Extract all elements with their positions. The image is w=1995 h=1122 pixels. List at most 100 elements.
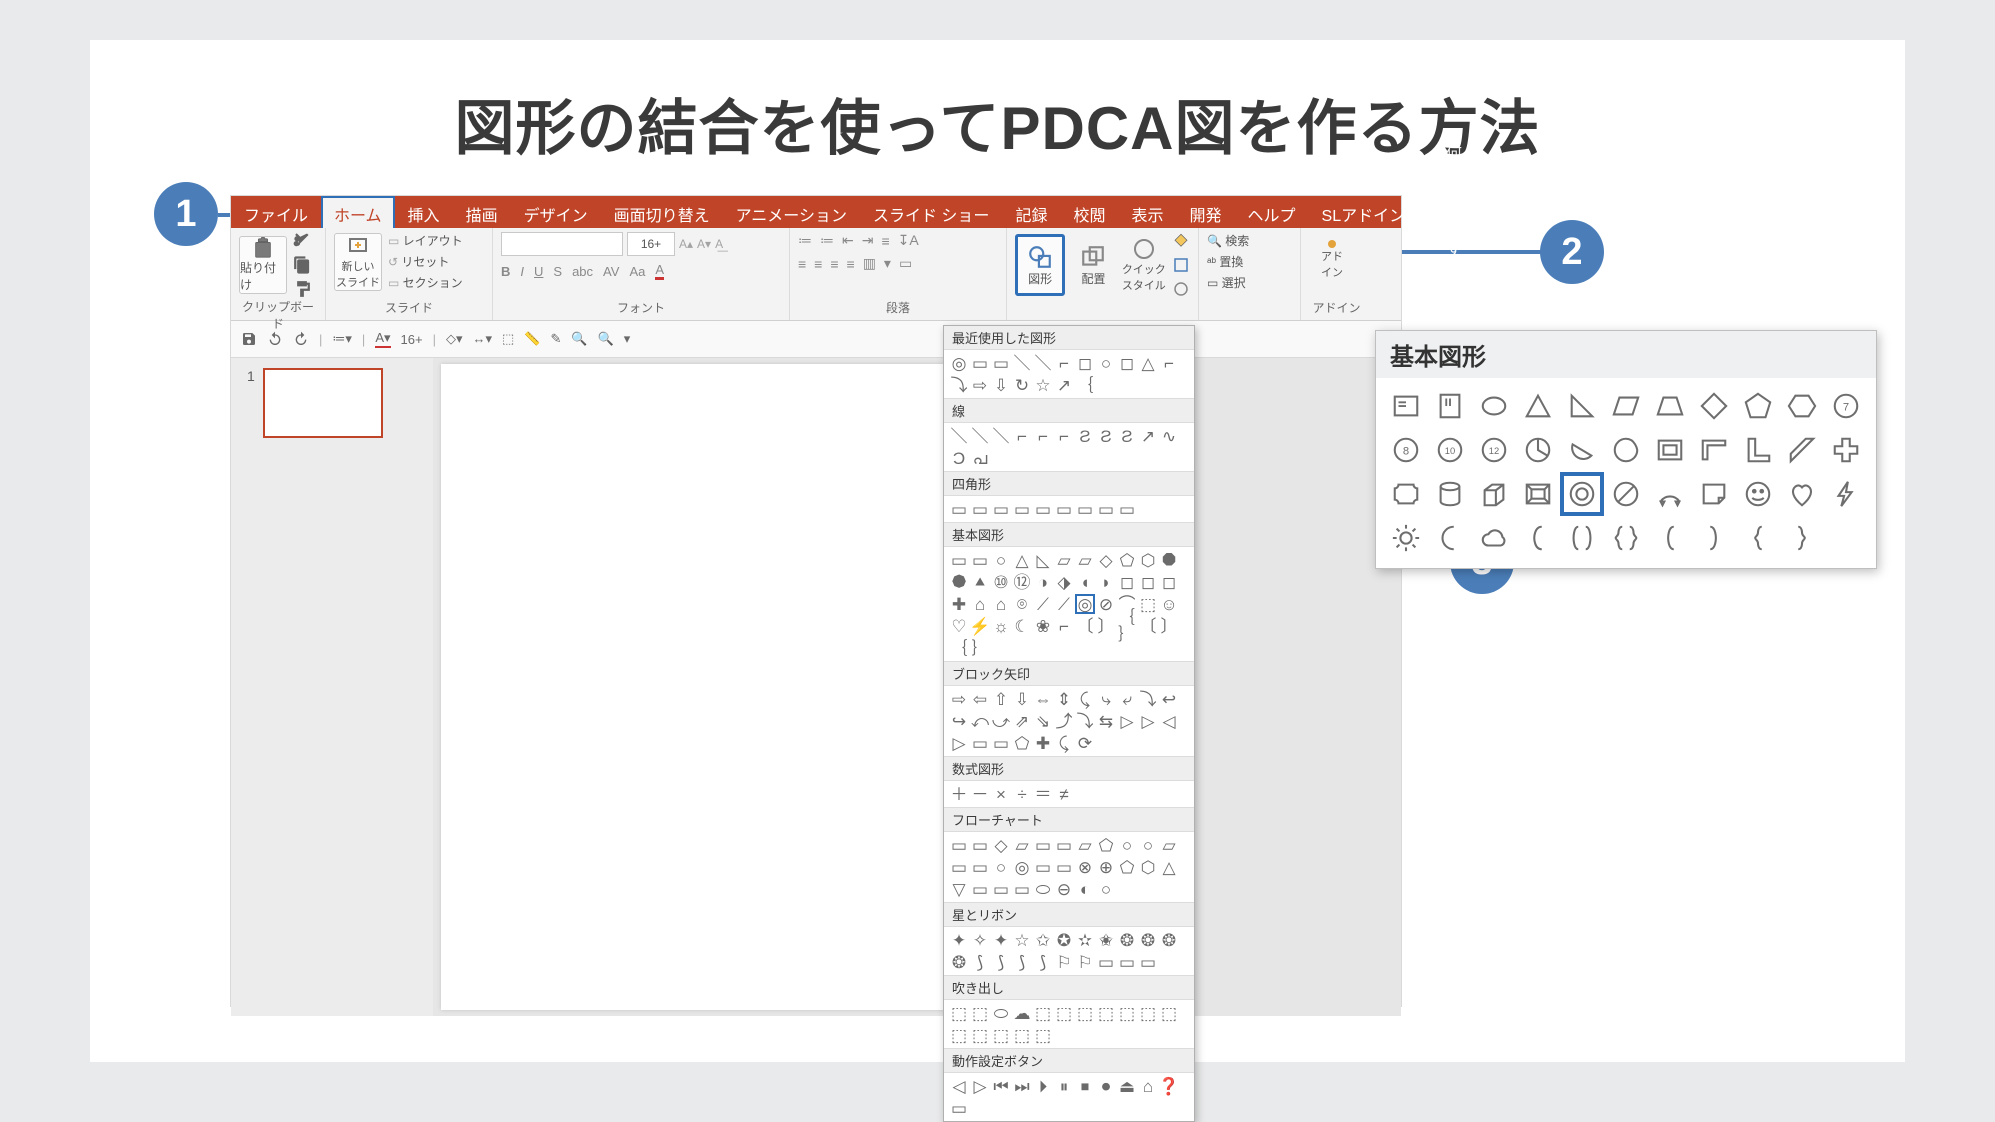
replace-button[interactable]: ᵃᵇ 置換 [1207, 253, 1292, 270]
cat-actions-icons[interactable]: ◁▷⏮⏭⏵⏸⏹⏺⏏⌂❓▭ [944, 1073, 1194, 1121]
shape-lightning[interactable] [1828, 476, 1864, 512]
qat-zoomin[interactable]: 🔍 [571, 331, 587, 347]
cat-equation-icons[interactable]: ＋－×÷＝≠ [944, 781, 1194, 807]
shape-cloud[interactable] [1476, 520, 1512, 556]
underline-icon[interactable]: U [534, 264, 543, 279]
italic-icon[interactable]: I [520, 264, 524, 279]
shape-fill-icon[interactable] [1172, 232, 1190, 250]
cat-recent-icons[interactable]: ◎▭▭＼＼⌐◻○◻△⌐⤵⇨ ⇩↻☆↗｛ [944, 350, 1194, 398]
shape-ring-small[interactable]: ◎ [1076, 595, 1094, 613]
arrange-button[interactable]: 配置 [1071, 237, 1115, 293]
shape-teardrop[interactable] [1608, 432, 1644, 468]
shape-textbox-v[interactable] [1432, 388, 1468, 424]
shape-brace-pair[interactable] [1608, 520, 1644, 556]
char-spacing-icon[interactable]: AV [603, 264, 619, 279]
shape-decagon[interactable]: 10 [1432, 432, 1468, 468]
tell-me[interactable]: 何をしますか [1436, 196, 1472, 228]
layout-button[interactable]: ▭ レイアウト [388, 232, 463, 249]
numbering-icon[interactable]: ≔ [820, 232, 834, 249]
shape-heptagon[interactable]: 7 [1828, 388, 1864, 424]
shape-frame[interactable] [1652, 432, 1688, 468]
shape-dodecagon[interactable]: 12 [1476, 432, 1512, 468]
find-button[interactable]: 🔍 検索 [1207, 232, 1292, 249]
section-button[interactable]: ▭ セクション [388, 274, 463, 291]
paste-button[interactable]: 貼り付け [239, 236, 287, 294]
cat-flow-icons[interactable]: ▭▭◇▱▭▭▱⬠○○▱▭▭ ○◎▭▭⊗⊕⬠⬡△▽▭▭▭ ⬭⊖◐○ [944, 832, 1194, 902]
font-size-combo[interactable]: 16+ [627, 232, 675, 256]
columns-icon[interactable]: ▥ [863, 255, 876, 272]
shape-l[interactable] [1740, 432, 1776, 468]
align-left-icon[interactable]: ≡ [798, 256, 806, 272]
shape-plaque[interactable] [1388, 476, 1424, 512]
shape-double-bracket-l[interactable] [1520, 520, 1556, 556]
shape-outline-icon[interactable] [1172, 256, 1190, 274]
quick-styles-button[interactable]: クイック スタイル [1122, 237, 1166, 293]
tab-draw[interactable]: 描画 [453, 196, 511, 228]
tab-animations[interactable]: アニメーション [723, 196, 860, 228]
new-slide-button[interactable]: 新しい スライド [334, 233, 382, 291]
shape-pentagon[interactable] [1740, 388, 1776, 424]
shape-triangle[interactable] [1520, 388, 1556, 424]
font-name-combo[interactable] [501, 232, 623, 256]
cat-lines-icons[interactable]: ＼＼＼⌐⌐⌐ƧƧƧ↗∿Ɔപ [944, 423, 1194, 471]
shape-hexagon[interactable] [1784, 388, 1820, 424]
align-just-icon[interactable]: ≡ [847, 256, 855, 272]
shape-sun[interactable] [1388, 520, 1424, 556]
shape-left-bracket[interactable] [1652, 520, 1688, 556]
qat-shapes[interactable]: ◇▾ [446, 331, 463, 347]
cat-stars-icons[interactable]: ✦✧✦☆✩✪✫✬❂❂❂❂ ⟆⟆⟆⟆⚐⚐▭▭▭ [944, 927, 1194, 975]
shape-diamond[interactable] [1696, 388, 1732, 424]
font-color-icon[interactable]: A [655, 262, 664, 280]
shape-can[interactable] [1432, 476, 1468, 512]
indent-dec-icon[interactable]: ⇤ [842, 232, 854, 249]
select-button[interactable]: ▭ 選択 [1207, 274, 1292, 291]
case-icon[interactable]: Aa [629, 264, 645, 279]
shape-right-triangle[interactable] [1564, 388, 1600, 424]
strike-icon[interactable]: S [553, 264, 562, 279]
line-spacing-icon[interactable]: ≡ [881, 233, 889, 249]
shape-chord[interactable] [1564, 432, 1600, 468]
tab-recording[interactable]: 記録 [1002, 196, 1060, 228]
shape-arc[interactable] [1652, 476, 1688, 512]
shape-moon[interactable] [1432, 520, 1468, 556]
reset-button[interactable]: ↺ リセット [388, 253, 463, 270]
qat-group[interactable]: ⬚ [502, 331, 514, 347]
tab-home[interactable]: ホーム [321, 196, 395, 228]
shape-right-bracket[interactable] [1696, 520, 1732, 556]
shape-textbox[interactable] [1388, 388, 1424, 424]
format-painter-icon[interactable] [293, 280, 311, 298]
shape-octagon[interactable]: 8 [1388, 432, 1424, 468]
shape-no-symbol[interactable] [1608, 476, 1644, 512]
decrease-font-icon[interactable]: A▾ [697, 237, 711, 251]
shape-pie[interactable] [1520, 432, 1556, 468]
shape-right-brace[interactable] [1784, 520, 1820, 556]
shadow-icon[interactable]: abc [572, 264, 593, 279]
shape-half-frame[interactable] [1696, 432, 1732, 468]
align-text-icon[interactable]: ▾ [884, 255, 891, 272]
shapes-button[interactable]: 図形 [1015, 234, 1065, 296]
tab-developer[interactable]: 開発 [1176, 196, 1234, 228]
addin-button[interactable]: アド イン [1309, 232, 1355, 288]
shape-diag-stripe[interactable] [1784, 432, 1820, 468]
bullets-icon[interactable]: ≔ [798, 232, 812, 249]
qat-editpts[interactable]: ✎ [551, 331, 562, 347]
tab-sladdin[interactable]: SLアドイン [1309, 196, 1419, 228]
bold-icon[interactable]: B [501, 264, 510, 279]
indent-inc-icon[interactable]: ⇥ [862, 232, 874, 249]
smartart-icon[interactable]: ▭ [899, 255, 912, 272]
basic-shapes-zoom-icons[interactable]: 7 8 10 12 [1376, 378, 1876, 568]
align-center-icon[interactable]: ≡ [814, 256, 822, 272]
cat-rects-icons[interactable]: ▭▭▭▭▭▭▭▭▭ [944, 496, 1194, 522]
tab-review[interactable]: 校閲 [1060, 196, 1118, 228]
align-right-icon[interactable]: ≡ [830, 256, 838, 272]
qat-align[interactable]: ↔▾ [473, 331, 493, 347]
copy-icon[interactable] [293, 256, 311, 274]
shape-cross[interactable] [1828, 432, 1864, 468]
cat-callouts-icons[interactable]: ⬚⬚⬭☁⬚⬚⬚⬚⬚⬚⬚⬚ ⬚⬚⬚⬚ [944, 1000, 1194, 1048]
shape-folded-corner[interactable] [1696, 476, 1732, 512]
qat-zoomout[interactable]: 🔍 [598, 331, 614, 347]
qat-more[interactable]: ▾ [624, 331, 631, 347]
cat-basic-icons[interactable]: ▭▭○△◺▱▱◇⬠⬡⯃⯄⯅ ⑩⑫◑⬗◖◗◻◻◻✚⌂⌂⌾ ⟋⟋◎⊘⌒⬚☺♡⚡☼☾❀… [944, 547, 1194, 661]
shape-bevel[interactable] [1520, 476, 1556, 512]
shape-parallelogram[interactable] [1608, 388, 1644, 424]
